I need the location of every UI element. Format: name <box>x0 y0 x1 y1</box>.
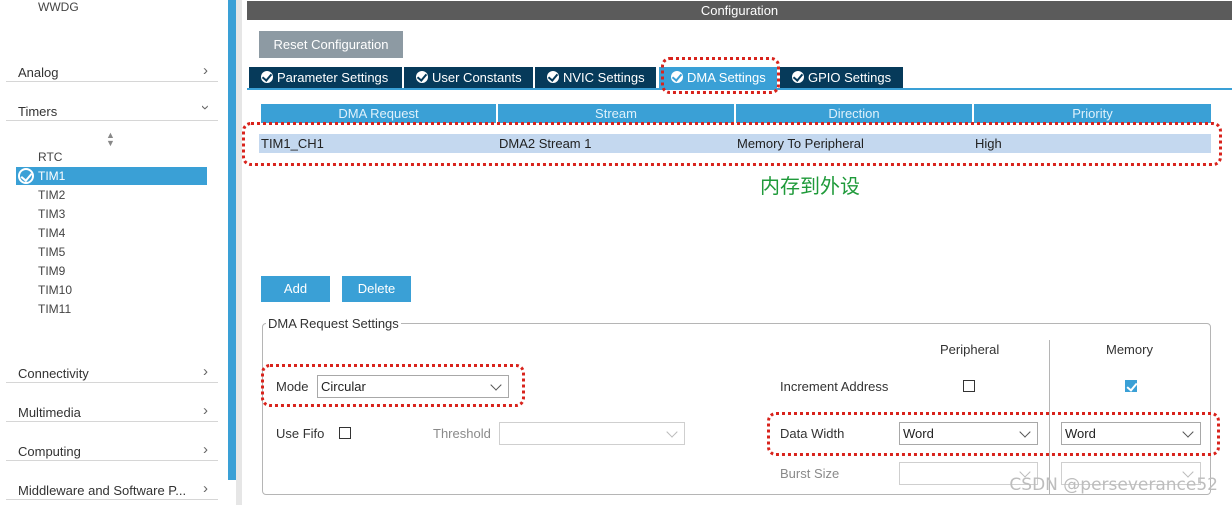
timer-label: TIM1 <box>38 169 66 183</box>
delete-button[interactable]: Delete <box>342 276 411 302</box>
sidebar-scrollbar[interactable] <box>228 0 236 480</box>
tab-user-constants[interactable]: User Constants <box>404 67 533 88</box>
category-label: Connectivity <box>18 366 89 381</box>
tab-parameter-settings[interactable]: Parameter Settings <box>249 67 402 88</box>
sort-icon[interactable]: ▲ ▼ <box>106 131 115 148</box>
timer-item-tim4[interactable]: TIM4 <box>38 226 65 240</box>
column-header-direction[interactable]: Direction <box>736 104 974 123</box>
chevron-right-icon: › <box>203 402 208 419</box>
chevron-right-icon: › <box>203 363 208 380</box>
timer-item-tim10[interactable]: TIM10 <box>38 283 72 297</box>
tab-label: Parameter Settings <box>277 70 389 85</box>
add-button[interactable]: Add <box>261 276 330 302</box>
annotation-text: 内存到外设 <box>760 174 860 198</box>
timer-item-tim3[interactable]: TIM3 <box>38 207 65 221</box>
column-header-stream[interactable]: Stream <box>498 104 736 123</box>
timer-item-tim2[interactable]: TIM2 <box>38 188 65 202</box>
check-circle-icon <box>18 168 34 184</box>
category-label: Middleware and Software P... <box>18 483 187 498</box>
timer-item-tim5[interactable]: TIM5 <box>38 245 65 259</box>
chevron-right-icon: › <box>203 62 208 79</box>
use-fifo-label: Use Fifo <box>276 426 325 441</box>
highlight-dma-row <box>242 122 1222 166</box>
chevron-right-icon: › <box>203 480 208 497</box>
category-timers[interactable]: Timers › <box>6 101 218 121</box>
column-header-priority[interactable]: Priority <box>974 104 1211 123</box>
sidebar: WWDG Analog › Timers › ▲ ▼ RTC TIM1 TIM2 … <box>0 0 228 505</box>
category-connectivity[interactable]: Connectivity › <box>6 363 218 383</box>
reset-configuration-button[interactable]: Reset Configuration <box>259 31 403 58</box>
threshold-label: Threshold <box>433 426 491 441</box>
panel-divider[interactable] <box>236 0 242 505</box>
category-label: Computing <box>18 444 81 459</box>
increment-address-label: Increment Address <box>780 379 889 394</box>
use-fifo-checkbox[interactable] <box>339 427 351 439</box>
burst-size-label: Burst Size <box>780 466 840 481</box>
tab-gpio-settings[interactable]: GPIO Settings <box>780 67 903 88</box>
chevron-down-icon: › <box>197 105 214 110</box>
chevron-right-icon: › <box>203 441 208 458</box>
peripheral-increment-checkbox[interactable] <box>963 380 975 392</box>
timer-item-tim1[interactable]: TIM1 <box>16 167 207 185</box>
memory-column-header: Memory <box>1106 342 1153 357</box>
category-computing[interactable]: Computing › <box>6 441 218 461</box>
column-header-dma-request[interactable]: DMA Request <box>261 104 498 123</box>
timer-item-rtc[interactable]: RTC <box>38 150 62 164</box>
check-circle-icon <box>792 71 804 83</box>
check-circle-icon <box>416 71 428 83</box>
category-label: Timers <box>18 104 58 119</box>
watermark: CSDN @perseverance52 <box>1009 475 1218 495</box>
sidebar-item-wwdg[interactable]: WWDG <box>38 0 79 14</box>
timer-item-tim9[interactable]: TIM9 <box>38 264 65 278</box>
memory-increment-checkbox[interactable] <box>1125 380 1137 392</box>
category-label: Analog <box>18 65 59 80</box>
tab-label: User Constants <box>432 70 522 85</box>
check-circle-icon <box>261 71 273 83</box>
panel-title: Configuration <box>247 1 1232 20</box>
timer-item-tim11[interactable]: TIM11 <box>38 302 71 316</box>
highlight-dma-tab <box>661 57 780 94</box>
group-legend: DMA Request Settings <box>266 316 401 331</box>
chevron-down-icon <box>666 426 678 438</box>
threshold-select[interactable] <box>499 422 685 445</box>
highlight-mode <box>261 364 525 407</box>
highlight-data-width <box>767 412 1220 456</box>
category-middleware[interactable]: Middleware and Software P... › <box>6 480 218 500</box>
tab-label: GPIO Settings <box>808 70 892 85</box>
category-analog[interactable]: Analog › <box>6 62 218 82</box>
category-multimedia[interactable]: Multimedia › <box>6 402 218 422</box>
peripheral-column-header: Peripheral <box>940 342 1000 357</box>
tab-label: NVIC Settings <box>563 70 645 85</box>
category-label: Multimedia <box>18 405 81 420</box>
check-circle-icon <box>547 71 559 83</box>
tab-nvic-settings[interactable]: NVIC Settings <box>535 67 656 88</box>
